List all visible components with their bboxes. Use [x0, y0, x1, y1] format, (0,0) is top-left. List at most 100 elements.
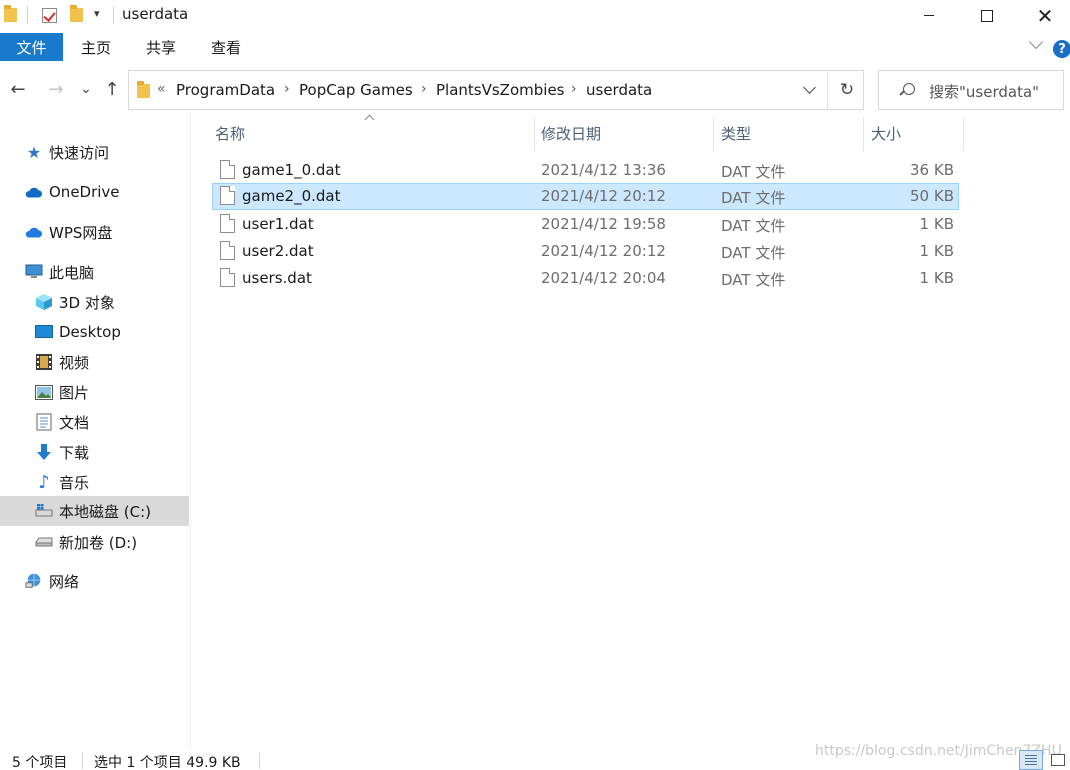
- column-header-type[interactable]: 类型: [721, 123, 751, 144]
- music-icon: ♪: [38, 471, 50, 493]
- breadcrumb-popcap-games[interactable]: PopCap Games: [299, 81, 413, 99]
- customize-quick-access-icon[interactable]: ▾: [94, 7, 100, 20]
- column-divider[interactable]: [534, 117, 535, 151]
- column-divider[interactable]: [713, 117, 714, 151]
- divider: [113, 6, 114, 24]
- breadcrumb-userdata[interactable]: userdata: [586, 81, 652, 99]
- back-button[interactable]: ←: [8, 77, 28, 101]
- file-date: 2021/4/12 20:04: [541, 269, 666, 287]
- sidebar-item-label: 文档: [59, 413, 90, 432]
- tab-home[interactable]: 主页: [81, 33, 111, 61]
- navigation-pane: ★ 快速访问 OneDrive WPS网盘 此电脑 3D 对象 Desktop: [0, 113, 190, 749]
- breadcrumb-separator[interactable]: ›: [421, 81, 427, 97]
- file-icon: [220, 186, 235, 205]
- file-type: DAT 文件: [721, 217, 786, 235]
- file-icon: [220, 214, 235, 233]
- sidebar-item-documents[interactable]: 文档: [0, 407, 189, 437]
- forward-button[interactable]: →: [46, 77, 66, 101]
- search-placeholder: 搜索"userdata": [929, 83, 1040, 101]
- properties-checkbox-icon[interactable]: [42, 4, 57, 26]
- drive-icon: [35, 502, 53, 520]
- film-icon: [35, 353, 53, 371]
- address-bar[interactable]: « ProgramData › PopCap Games › PlantsVsZ…: [128, 70, 864, 110]
- sidebar-item-wps-drive[interactable]: WPS网盘: [0, 217, 189, 247]
- sidebar-item-quick-access[interactable]: ★ 快速访问: [0, 137, 189, 167]
- item-count: 5 个项目: [12, 755, 68, 770]
- sidebar-item-3d-objects[interactable]: 3D 对象: [0, 287, 189, 317]
- sidebar-item-pictures[interactable]: 图片: [0, 377, 189, 407]
- file-row-selected[interactable]: game2_0.dat 2021/4/12 20:12 DAT 文件 50 KB: [212, 183, 959, 210]
- column-header-size[interactable]: 大小: [871, 123, 901, 144]
- sidebar-item-label: 此电脑: [49, 263, 95, 282]
- tab-share[interactable]: 共享: [146, 33, 176, 61]
- sidebar-item-videos[interactable]: 视频: [0, 347, 189, 377]
- column-divider[interactable]: [963, 117, 964, 151]
- sidebar-item-label: 新加卷 (D:): [59, 533, 138, 552]
- file-type: DAT 文件: [721, 244, 786, 262]
- column-divider[interactable]: [863, 117, 864, 151]
- computer-icon: [25, 263, 43, 281]
- expand-ribbon-icon[interactable]: [1029, 37, 1043, 51]
- cloud-icon: [24, 183, 42, 201]
- sidebar-item-music[interactable]: ♪ 音乐: [0, 467, 189, 497]
- picture-icon: [35, 383, 53, 401]
- help-icon[interactable]: ?: [1053, 40, 1070, 58]
- sidebar-item-new-volume-d[interactable]: 新加卷 (D:): [0, 527, 189, 557]
- network-icon: [25, 572, 43, 590]
- folder-icon: [4, 4, 17, 26]
- file-date: 2021/4/12 20:12: [541, 187, 666, 205]
- breadcrumb-separator[interactable]: ›: [284, 81, 290, 97]
- ribbon: 文件 主页 共享 查看: [0, 33, 1070, 62]
- details-view-button[interactable]: [1019, 750, 1043, 770]
- search-input[interactable]: 搜索"userdata": [878, 70, 1064, 110]
- selection-info: 选中 1 个项目 49.9 KB: [94, 755, 241, 770]
- sidebar-item-label: 音乐: [59, 473, 90, 492]
- address-history-dropdown[interactable]: [797, 83, 825, 99]
- file-size: 1 KB: [919, 269, 954, 287]
- maximize-button[interactable]: [958, 0, 1016, 31]
- file-row[interactable]: game1_0.dat 2021/4/12 13:36 DAT 文件 36 KB: [212, 157, 959, 184]
- sidebar-item-this-pc[interactable]: 此电脑: [0, 257, 189, 287]
- large-icons-view-button[interactable]: [1046, 750, 1070, 770]
- document-icon: [35, 413, 53, 431]
- sidebar-item-label: Desktop: [59, 323, 121, 341]
- file-row[interactable]: users.dat 2021/4/12 20:04 DAT 文件 1 KB: [212, 265, 959, 292]
- file-row[interactable]: user2.dat 2021/4/12 20:12 DAT 文件 1 KB: [212, 238, 959, 265]
- refresh-button[interactable]: ↻: [833, 79, 861, 101]
- file-name: game1_0.dat: [242, 161, 341, 179]
- folder-icon: [137, 81, 150, 102]
- file-list: 名称 修改日期 类型 大小 game1_0.dat 2021/4/12 13:3…: [200, 113, 970, 713]
- divider: [827, 71, 828, 109]
- tab-file[interactable]: 文件: [0, 33, 63, 61]
- file-name: user1.dat: [242, 215, 314, 233]
- title-bar: ▾ userdata ✕: [0, 0, 1070, 31]
- window-title: userdata: [122, 5, 189, 23]
- breadcrumb-plantsvszombies[interactable]: PlantsVsZombies: [436, 81, 564, 99]
- search-icon: [899, 83, 915, 97]
- column-header-name[interactable]: 名称: [215, 123, 245, 144]
- sidebar-item-downloads[interactable]: 下载: [0, 437, 189, 467]
- divider: [27, 6, 28, 24]
- star-icon: ★: [26, 142, 42, 162]
- breadcrumb-programdata[interactable]: ProgramData: [176, 81, 275, 99]
- file-icon: [220, 268, 235, 287]
- breadcrumb-overflow[interactable]: «: [157, 81, 166, 97]
- minimize-button[interactable]: [900, 0, 958, 31]
- up-button[interactable]: ↑: [102, 77, 122, 101]
- sidebar-item-local-disk-c[interactable]: 本地磁盘 (C:): [0, 496, 189, 526]
- file-row[interactable]: user1.dat 2021/4/12 19:58 DAT 文件 1 KB: [212, 211, 959, 238]
- drive-icon: [35, 533, 53, 551]
- sidebar-item-network[interactable]: 网络: [0, 566, 189, 596]
- divider: [82, 753, 83, 769]
- file-icon: [220, 241, 235, 260]
- breadcrumb-separator[interactable]: ›: [571, 81, 577, 97]
- close-button[interactable]: ✕: [1016, 0, 1070, 31]
- sidebar-item-onedrive[interactable]: OneDrive: [0, 177, 189, 207]
- recent-locations-button[interactable]: ⌄: [78, 77, 94, 101]
- cube-icon: [35, 293, 53, 311]
- file-type: DAT 文件: [721, 271, 786, 289]
- sidebar-item-desktop[interactable]: Desktop: [0, 317, 189, 347]
- column-header-date-modified[interactable]: 修改日期: [541, 123, 601, 144]
- tab-view[interactable]: 查看: [211, 33, 241, 61]
- new-folder-icon[interactable]: [70, 4, 83, 26]
